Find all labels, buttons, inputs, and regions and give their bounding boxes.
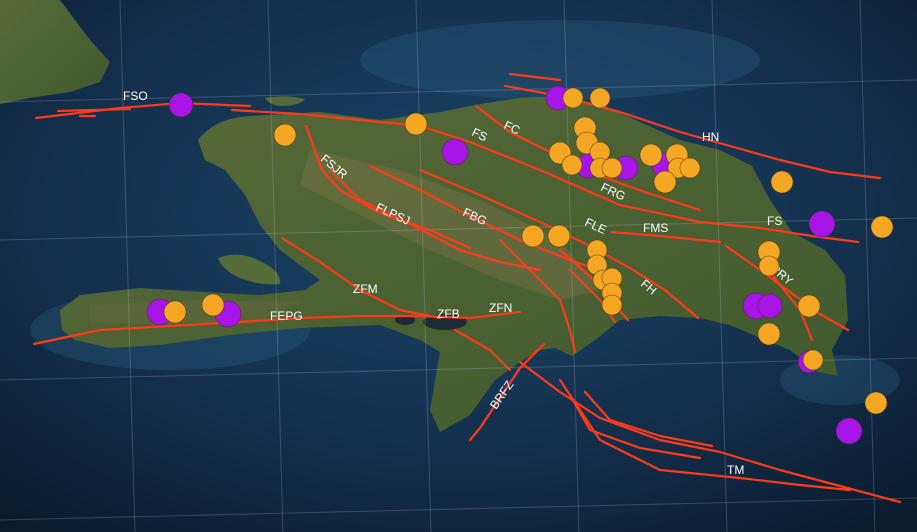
orange-event-marker[interactable] <box>521 224 545 248</box>
orange-event-marker[interactable] <box>589 87 611 109</box>
orange-event-marker[interactable] <box>562 87 584 109</box>
label-tm: TM <box>727 463 744 477</box>
map-canvas[interactable]: FSO FS FC FSJR HN FRG FLPSJ FBG FLE FMS … <box>0 0 917 532</box>
purple-event-marker[interactable] <box>835 417 863 445</box>
label-hn: HN <box>702 130 719 144</box>
orange-event-marker[interactable] <box>870 215 894 239</box>
purple-event-marker[interactable] <box>168 92 194 118</box>
orange-event-marker[interactable] <box>639 143 663 167</box>
label-zfm: ZFM <box>353 282 378 296</box>
orange-event-marker[interactable] <box>770 170 794 194</box>
orange-event-marker[interactable] <box>561 154 583 176</box>
orange-event-marker[interactable] <box>758 255 780 277</box>
purple-event-marker[interactable] <box>808 210 836 238</box>
orange-event-marker[interactable] <box>404 112 428 136</box>
orange-event-marker[interactable] <box>864 391 888 415</box>
label-fms: FMS <box>643 221 668 235</box>
purple-event-marker[interactable] <box>441 138 469 166</box>
orange-event-marker[interactable] <box>653 170 677 194</box>
orange-event-marker[interactable] <box>802 349 824 371</box>
label-fso: FSO <box>123 89 148 103</box>
orange-event-marker[interactable] <box>547 224 571 248</box>
purple-event-marker[interactable] <box>757 293 783 319</box>
orange-event-marker[interactable] <box>273 123 297 147</box>
orange-event-marker[interactable] <box>601 294 623 316</box>
label-fs-east: FS <box>767 214 782 228</box>
orange-event-marker[interactable] <box>679 157 701 179</box>
orange-event-marker[interactable] <box>797 294 821 318</box>
orange-event-marker[interactable] <box>163 300 187 324</box>
orange-event-marker[interactable] <box>601 157 623 179</box>
label-zfb: ZFB <box>437 307 460 321</box>
map-view[interactable]: FSO FS FC FSJR HN FRG FLPSJ FBG FLE FMS … <box>0 0 917 532</box>
label-zfn: ZFN <box>489 301 512 315</box>
label-fepg: FEPG <box>270 309 303 323</box>
orange-event-marker[interactable] <box>201 293 225 317</box>
orange-event-marker[interactable] <box>757 322 781 346</box>
